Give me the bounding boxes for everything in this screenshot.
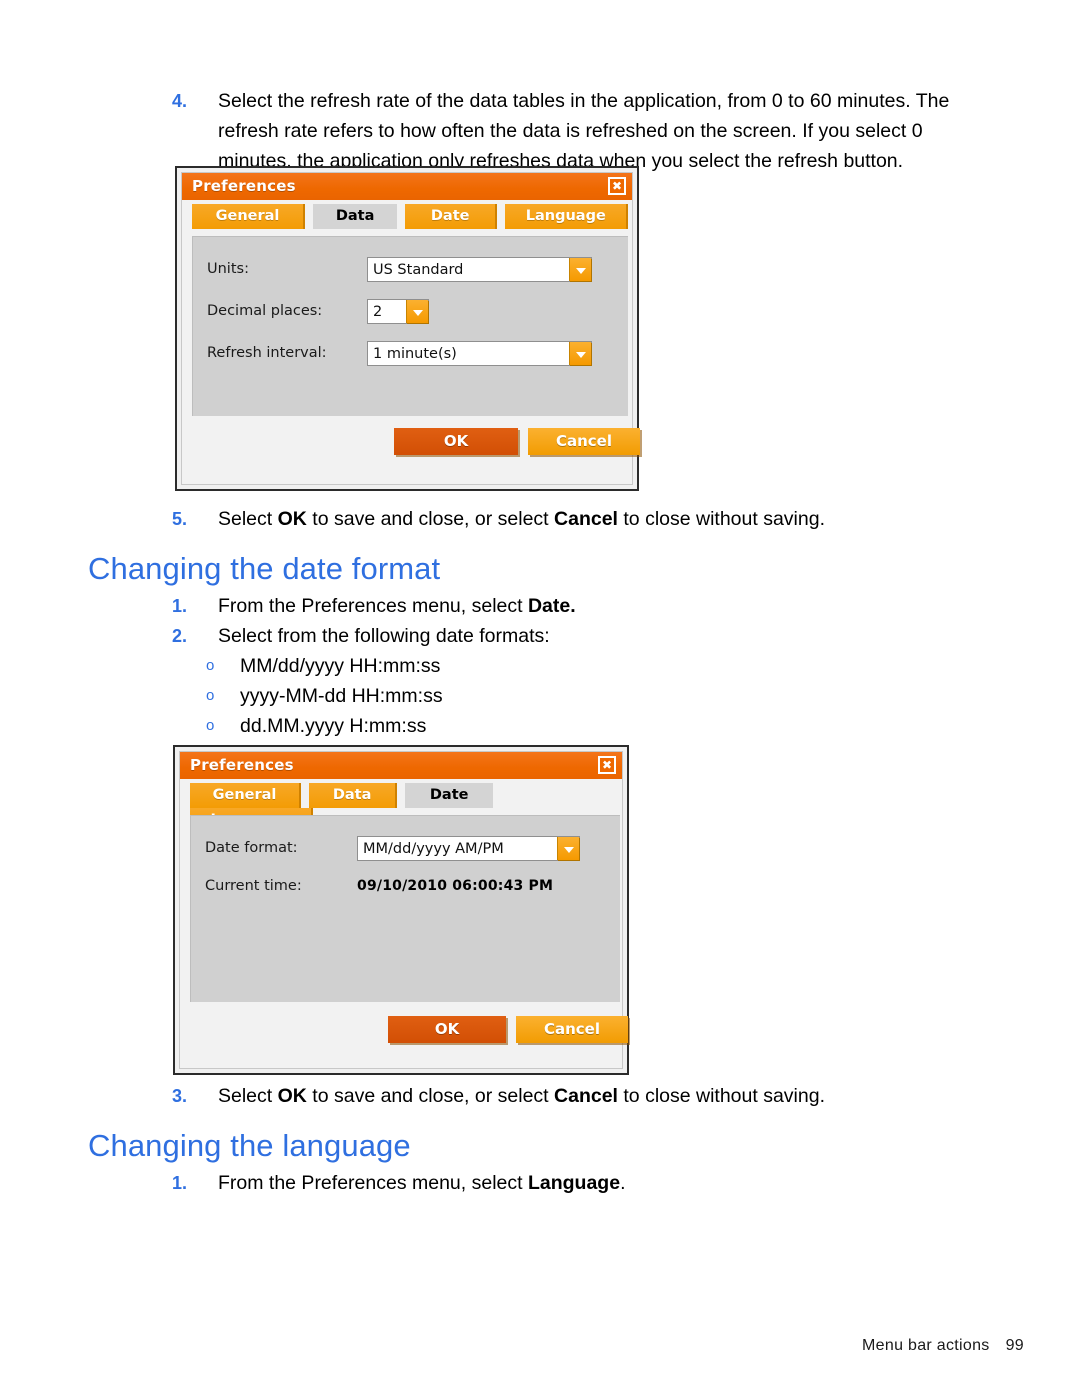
dialog-content-panel: Units: US Standard Decimal places: 2 Ref… xyxy=(192,236,628,416)
date-format-option: dd.MM.yyyy H:mm:ss xyxy=(240,715,427,737)
dialog-tabstrip: General Data Date Language xyxy=(182,200,632,230)
dialog-content-panel: Date format: MM/dd/yyyy AM/PM Current ti… xyxy=(190,815,620,1002)
lang-step-1-number: 1. xyxy=(172,1173,188,1193)
chevron-down-icon[interactable] xyxy=(406,300,428,323)
lang-step-1-text: From the Preferences menu, select Langua… xyxy=(218,1172,626,1194)
dialog-inner-frame: Preferences ✖ General Data Date Language… xyxy=(181,172,640,485)
date-format-value: MM/dd/yyyy AM/PM xyxy=(363,840,504,857)
close-icon[interactable]: ✖ xyxy=(608,177,626,195)
chevron-down-icon[interactable] xyxy=(569,258,591,281)
refresh-interval-label: Refresh interval: xyxy=(207,345,327,361)
heading-changing-language: Changing the language xyxy=(88,1128,411,1163)
ok-button[interactable]: OK xyxy=(394,428,518,455)
decimal-places-value: 2 xyxy=(373,303,383,320)
units-select[interactable]: US Standard xyxy=(367,257,592,282)
date-step-2-text: Select from the following date formats: xyxy=(218,625,550,647)
refresh-interval-row: Refresh interval: 1 minute(s) xyxy=(193,341,628,371)
bullet-marker: o xyxy=(206,687,215,704)
units-row: Units: US Standard xyxy=(193,257,628,287)
heading-changing-date-format: Changing the date format xyxy=(88,551,441,586)
decimal-places-select[interactable]: 2 xyxy=(367,299,429,324)
date-step-1-text: From the Preferences menu, select Date. xyxy=(218,595,576,617)
chevron-down-icon[interactable] xyxy=(557,837,579,860)
lang-step-1: 1. From the Preferences menu, select Lan… xyxy=(172,1168,972,1198)
bullet-marker: o xyxy=(206,717,215,734)
cancel-button[interactable]: Cancel xyxy=(528,428,640,455)
date-step-3: 3. Select OK to save and close, or selec… xyxy=(172,1081,972,1111)
dialog-titlebar: Preferences ✖ xyxy=(182,173,632,200)
tab-general[interactable]: General xyxy=(192,204,305,229)
date-format-bullet-1: o MM/dd/yyyy HH:mm:ss xyxy=(206,651,906,681)
tab-data[interactable]: Data xyxy=(313,204,398,229)
units-value: US Standard xyxy=(373,261,464,278)
date-step-2: 2. Select from the following date format… xyxy=(172,621,972,651)
dialog-title: Preferences xyxy=(190,756,294,774)
dialog-tabstrip: General Data Date Language xyxy=(180,779,622,833)
page-footer: Menu bar actions 99 xyxy=(862,1337,1024,1355)
refresh-interval-select[interactable]: 1 minute(s) xyxy=(367,341,592,366)
refresh-interval-value: 1 minute(s) xyxy=(373,345,457,362)
ok-button[interactable]: OK xyxy=(388,1016,506,1043)
step-5-number: 5. xyxy=(172,509,188,529)
decimal-places-row: Decimal places: 2 xyxy=(193,299,628,329)
current-time-row: Current time: 09/10/2010 06:00:43 PM xyxy=(191,874,620,904)
tab-date[interactable]: Date xyxy=(405,204,498,229)
date-format-option: MM/dd/yyyy HH:mm:ss xyxy=(240,655,441,677)
step-4-number: 4. xyxy=(172,91,188,111)
date-format-bullet-3: o dd.MM.yyyy H:mm:ss xyxy=(206,711,906,741)
document-page: 4. Select the refresh rate of the data t… xyxy=(0,0,1080,1397)
bullet-marker: o xyxy=(206,657,215,674)
current-time-value: 09/10/2010 06:00:43 PM xyxy=(357,878,554,894)
decimal-places-label: Decimal places: xyxy=(207,303,323,319)
preferences-dialog-data[interactable]: Preferences ✖ General Data Date Language… xyxy=(175,166,640,491)
current-time-label: Current time: xyxy=(205,878,302,894)
dialog-inner-frame: Preferences ✖ General Data Date Language… xyxy=(179,751,628,1069)
units-label: Units: xyxy=(207,261,249,277)
date-format-label: Date format: xyxy=(205,840,298,856)
step-4: 4. Select the refresh rate of the data t… xyxy=(172,86,972,176)
step-5: 5. Select OK to save and close, or selec… xyxy=(172,504,972,534)
cancel-button[interactable]: Cancel xyxy=(516,1016,628,1043)
footer-page-number: 99 xyxy=(1005,1337,1024,1354)
chevron-down-icon[interactable] xyxy=(569,342,591,365)
dialog-button-bar: OK Cancel xyxy=(186,420,640,466)
dialog-button-bar: OK Cancel xyxy=(184,1008,628,1054)
tab-general[interactable]: General xyxy=(190,783,301,808)
close-icon[interactable]: ✖ xyxy=(598,756,616,774)
step-4-text: Select the refresh rate of the data tabl… xyxy=(218,90,950,172)
date-format-option: yyyy-MM-dd HH:mm:ss xyxy=(240,685,443,707)
tab-data[interactable]: Data xyxy=(309,783,398,808)
preferences-dialog-date[interactable]: Preferences ✖ General Data Date Language… xyxy=(173,745,629,1075)
dialog-titlebar: Preferences ✖ xyxy=(180,752,622,779)
tab-language[interactable]: Language xyxy=(505,204,629,229)
date-step-1-number: 1. xyxy=(172,596,188,616)
footer-section-label: Menu bar actions xyxy=(862,1337,990,1354)
date-step-1: 1. From the Preferences menu, select Dat… xyxy=(172,591,972,621)
date-step-3-number: 3. xyxy=(172,1086,188,1106)
date-step-3-text: Select OK to save and close, or select C… xyxy=(218,1085,825,1107)
date-format-row: Date format: MM/dd/yyyy AM/PM xyxy=(191,836,620,866)
date-format-bullet-2: o yyyy-MM-dd HH:mm:ss xyxy=(206,681,906,711)
date-format-select[interactable]: MM/dd/yyyy AM/PM xyxy=(357,836,580,861)
step-5-text: Select OK to save and close, or select C… xyxy=(218,508,825,530)
dialog-title: Preferences xyxy=(192,177,296,195)
tab-date[interactable]: Date xyxy=(405,783,494,808)
date-step-2-number: 2. xyxy=(172,626,188,646)
